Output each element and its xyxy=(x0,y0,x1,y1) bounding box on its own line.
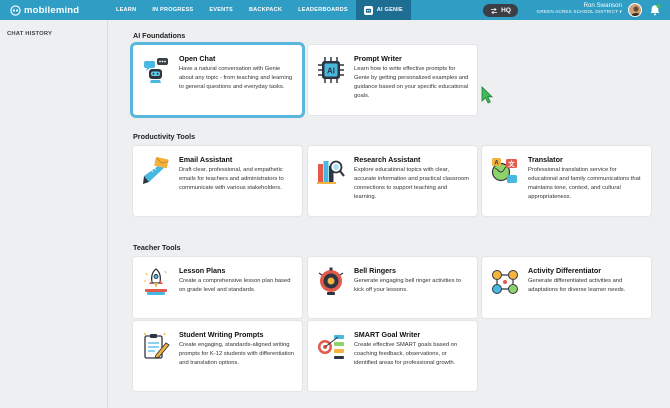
card-title: Prompt Writer xyxy=(354,54,402,63)
card-description: Learn how to write effective prompts for… xyxy=(354,66,469,99)
top-navigation-bar: mobilemind LEARN IN PROGRESS EVENTS BACK… xyxy=(0,0,670,20)
user-name: Ron Swanson xyxy=(583,2,622,9)
card-lesson-plans[interactable]: Lesson Plans Create a comprehensive less… xyxy=(133,257,302,318)
nav-item-ai-genie[interactable]: AI GENIE xyxy=(355,0,411,20)
card-description: Generate differentiated activities and a… xyxy=(528,278,626,293)
card-description: Create effective SMART goals based on co… xyxy=(354,342,458,366)
rocket-icon xyxy=(144,268,167,295)
card-description: Draft clear, professional, and empatheti… xyxy=(179,167,284,191)
card-description: Explore educational topics with clear, a… xyxy=(354,167,470,200)
card-open-chat[interactable]: Open Chat Have a natural conversation wi… xyxy=(133,45,302,115)
card-description: Generate engaging bell ringer activities… xyxy=(354,278,461,293)
card-bell-ringers[interactable]: Bell Ringers Generate engaging bell ring… xyxy=(308,257,477,318)
nav-label: LEADERBOARDS xyxy=(298,7,348,13)
svg-text:AI: AI xyxy=(327,67,335,76)
ai-chip-icon: AI xyxy=(318,57,344,83)
card-title: Email Assistant xyxy=(179,155,233,164)
app-logo[interactable]: mobilemind xyxy=(0,5,108,16)
main-nav: LEARN IN PROGRESS EVENTS BACKPACK LEADER… xyxy=(108,0,411,20)
svg-text:文: 文 xyxy=(507,159,515,168)
research-icon xyxy=(317,160,345,184)
user-info[interactable]: Ron Swanson GREEN ACRES SCHOOL DISTRICT … xyxy=(537,2,622,15)
nav-item-backpack[interactable]: BACKPACK xyxy=(241,0,290,20)
differentiator-icon xyxy=(492,270,518,294)
mouse-cursor-icon xyxy=(481,86,493,104)
card-title: Student Writing Prompts xyxy=(179,330,264,339)
card-title: Translator xyxy=(528,155,563,164)
card-email-assistant[interactable]: Email Assistant Draft clear, professiona… xyxy=(133,146,302,216)
card-title: SMART Goal Writer xyxy=(354,330,421,339)
nav-label: IN PROGRESS xyxy=(152,7,194,13)
section-title-ai-foundations: AI Foundations xyxy=(133,31,186,40)
nav-label: BACKPACK xyxy=(248,7,283,13)
chat-history-sidebar: CHAT HISTORY xyxy=(0,20,108,408)
swap-arrows-icon xyxy=(491,7,498,14)
chat-robot-icon xyxy=(144,58,168,83)
card-description: Professional translation service for edu… xyxy=(528,167,641,200)
genie-tools-main: AI Foundations Open Chat Have a natural … xyxy=(108,20,670,408)
nav-label: LEARN xyxy=(116,7,137,13)
nav-label: AI GENIE xyxy=(376,7,403,13)
card-title: Lesson Plans xyxy=(179,266,226,275)
section-title-teacher-tools: Teacher Tools xyxy=(133,243,181,252)
nav-item-leaderboards[interactable]: LEADERBOARDS xyxy=(290,0,356,20)
hq-label: HQ xyxy=(501,7,511,14)
nav-label: EVENTS xyxy=(209,7,233,13)
card-smart-goal-writer[interactable]: SMART Goal Writer Create effective SMART… xyxy=(308,321,477,391)
card-description: Have a natural conversation with Genie a… xyxy=(179,66,293,90)
section-title-productivity-tools: Productivity Tools xyxy=(133,132,196,141)
genie-icon xyxy=(363,5,373,15)
card-description: Create a comprehensive lesson plan based… xyxy=(179,278,291,293)
card-description: Create engaging, standards-aligned writi… xyxy=(179,342,294,366)
nav-item-learn[interactable]: LEARN xyxy=(108,0,144,20)
card-title: Activity Differentiator xyxy=(528,266,602,275)
card-title: Bell Ringers xyxy=(354,266,396,275)
card-research-assistant[interactable]: Research Assistant Explore educational t… xyxy=(308,146,477,216)
mobilemind-logo-icon xyxy=(10,4,21,16)
nav-item-events[interactable]: EVENTS xyxy=(201,0,241,20)
svg-text:A: A xyxy=(494,160,499,166)
nav-item-in-progress[interactable]: IN PROGRESS xyxy=(144,0,201,20)
writing-icon xyxy=(143,332,170,359)
card-title: Research Assistant xyxy=(354,155,421,164)
target-icon xyxy=(318,335,344,359)
notifications-bell-icon[interactable] xyxy=(648,3,662,17)
sidebar-title: CHAT HISTORY xyxy=(7,31,53,37)
card-translator[interactable]: 文 A Translator Professional translation … xyxy=(482,146,651,216)
card-prompt-writer[interactable]: AI Prompt Writer Learn how to write effe… xyxy=(308,45,477,115)
logo-text: mobilemind xyxy=(24,4,80,16)
bell-ringer-icon xyxy=(318,267,344,295)
card-title: Open Chat xyxy=(179,54,216,63)
avatar[interactable] xyxy=(628,3,642,17)
user-district: GREEN ACRES SCHOOL DISTRICT ▾ xyxy=(536,9,622,15)
translate-icon: 文 A xyxy=(491,158,517,183)
card-activity-differentiator[interactable]: Activity Differentiator Generate differe… xyxy=(482,257,651,318)
card-student-writing-prompts[interactable]: Student Writing Prompts Create engaging,… xyxy=(133,321,302,391)
email-icon xyxy=(143,157,169,184)
hq-button[interactable]: HQ xyxy=(483,4,518,17)
